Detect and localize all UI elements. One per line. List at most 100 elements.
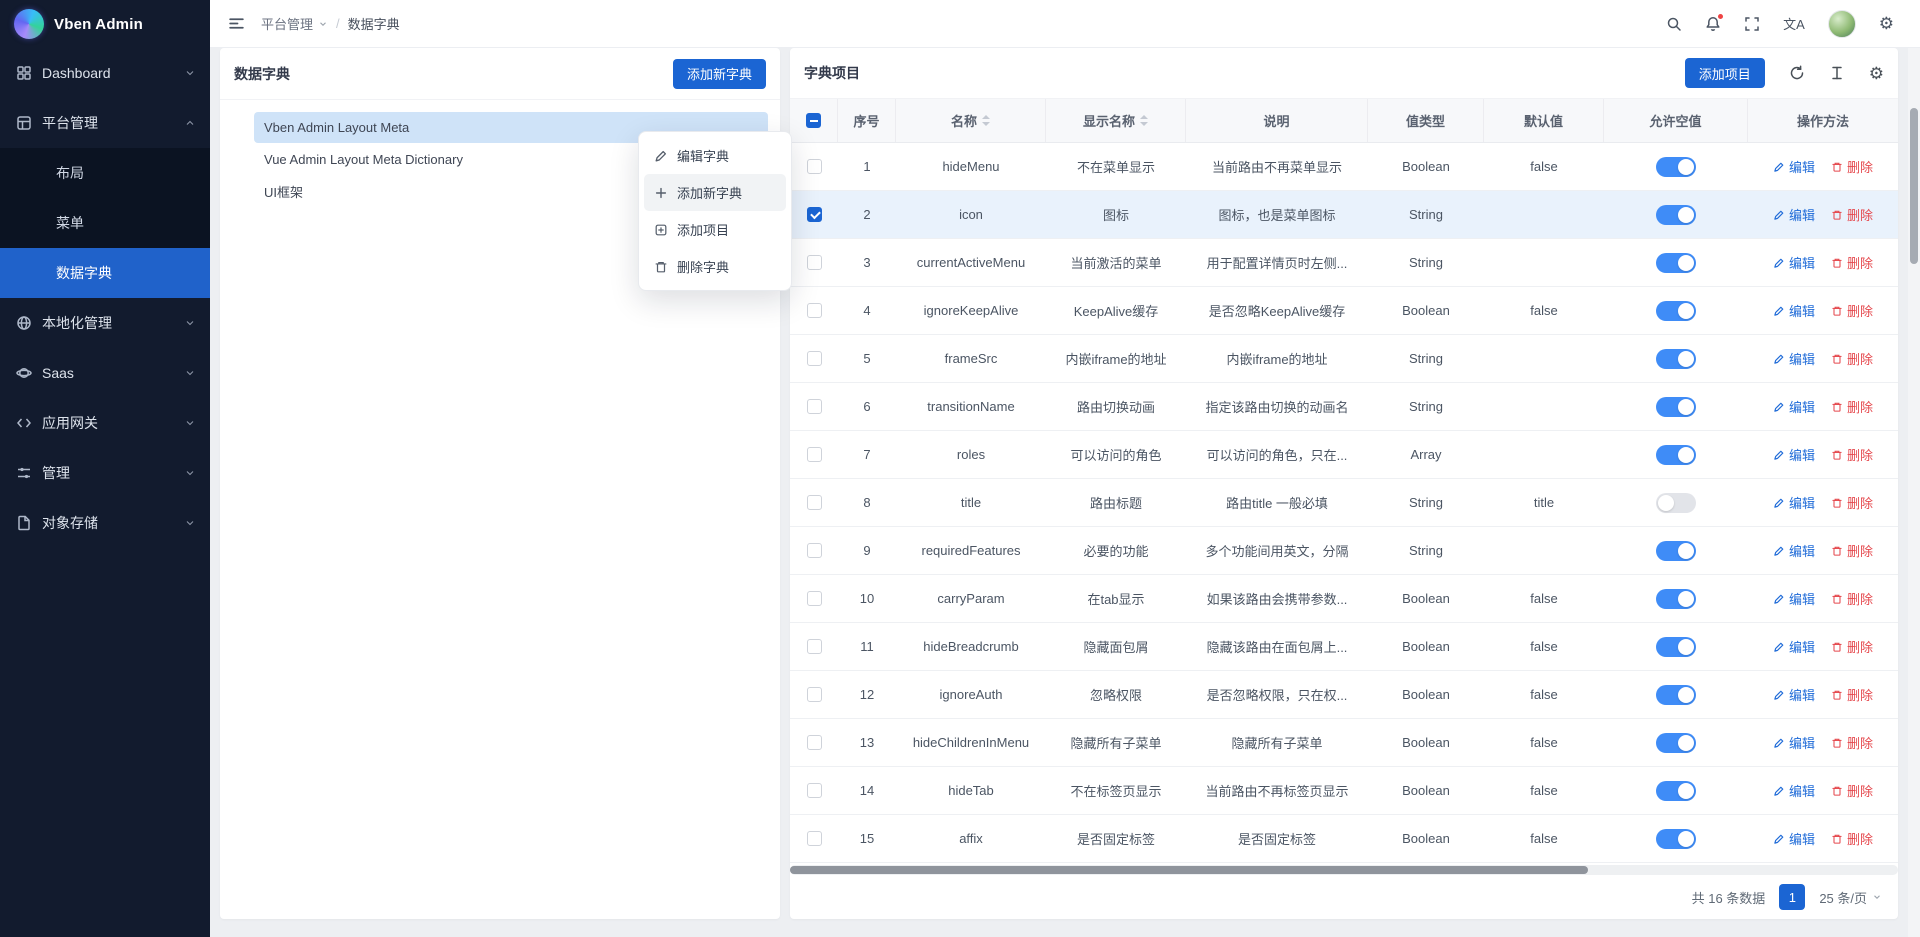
- row-checkbox[interactable]: [807, 351, 822, 366]
- row-checkbox[interactable]: [807, 639, 822, 654]
- allow-null-toggle[interactable]: [1656, 349, 1696, 369]
- allow-null-toggle[interactable]: [1656, 685, 1696, 705]
- delete-link[interactable]: 删除: [1831, 637, 1873, 656]
- delete-link[interactable]: 删除: [1831, 205, 1873, 224]
- delete-link[interactable]: 删除: [1831, 781, 1873, 800]
- allow-null-toggle[interactable]: [1656, 253, 1696, 273]
- app-logo[interactable]: Vben Admin: [0, 0, 210, 48]
- edit-link[interactable]: 编辑: [1773, 685, 1815, 704]
- row-checkbox[interactable]: [807, 783, 822, 798]
- edit-link[interactable]: 编辑: [1773, 157, 1815, 176]
- delete-link[interactable]: 删除: [1831, 157, 1873, 176]
- context-menu-add-dictionary[interactable]: 添加新字典: [644, 174, 786, 211]
- edit-link[interactable]: 编辑: [1773, 253, 1815, 272]
- row-checkbox[interactable]: [807, 447, 822, 462]
- sidebar-item-layout[interactable]: 布局: [0, 148, 210, 198]
- delete-link[interactable]: 删除: [1831, 445, 1873, 464]
- row-checkbox[interactable]: [807, 255, 822, 270]
- breadcrumb-parent[interactable]: 平台管理: [261, 14, 328, 33]
- allow-null-toggle[interactable]: [1656, 205, 1696, 225]
- context-menu-delete-dictionary[interactable]: 删除字典: [644, 248, 786, 285]
- sort-icon[interactable]: [1140, 115, 1148, 126]
- search-icon[interactable]: [1666, 16, 1682, 32]
- allow-null-toggle[interactable]: [1656, 445, 1696, 465]
- language-icon[interactable]: 文A: [1783, 14, 1805, 33]
- allow-null-toggle[interactable]: [1656, 733, 1696, 753]
- refresh-icon[interactable]: [1789, 65, 1805, 81]
- column-header-display-name[interactable]: 显示名称: [1046, 99, 1186, 142]
- row-checkbox[interactable]: [807, 159, 822, 174]
- edit-link[interactable]: 编辑: [1773, 445, 1815, 464]
- sidebar-item-data-dictionary[interactable]: 数据字典: [0, 248, 210, 298]
- row-height-icon[interactable]: [1829, 65, 1845, 81]
- row-checkbox[interactable]: [807, 735, 822, 750]
- sidebar-item-dashboard[interactable]: Dashboard: [0, 48, 210, 98]
- sidebar-item-menu[interactable]: 菜单: [0, 198, 210, 248]
- sidebar-item-localization[interactable]: 本地化管理: [0, 298, 210, 348]
- sidebar-item-saas[interactable]: Saas: [0, 348, 210, 398]
- column-header-name[interactable]: 名称: [896, 99, 1046, 142]
- settings-gear-icon[interactable]: [1879, 15, 1894, 32]
- fullscreen-icon[interactable]: [1744, 16, 1760, 32]
- allow-null-toggle[interactable]: [1656, 829, 1696, 849]
- edit-link[interactable]: 编辑: [1773, 349, 1815, 368]
- delete-link[interactable]: 删除: [1831, 349, 1873, 368]
- row-checkbox[interactable]: [807, 543, 822, 558]
- page-size-select[interactable]: 25 条/页: [1819, 888, 1882, 907]
- row-checkbox[interactable]: [807, 831, 822, 846]
- edit-link[interactable]: 编辑: [1773, 829, 1815, 848]
- delete-link[interactable]: 删除: [1831, 253, 1873, 272]
- delete-link[interactable]: 删除: [1831, 685, 1873, 704]
- sidebar-collapse-icon[interactable]: [228, 15, 245, 32]
- edit-link[interactable]: 编辑: [1773, 781, 1815, 800]
- page-scrollbar[interactable]: [1908, 48, 1920, 937]
- delete-link[interactable]: 删除: [1831, 493, 1873, 512]
- edit-link[interactable]: 编辑: [1773, 493, 1815, 512]
- allow-null-toggle[interactable]: [1656, 301, 1696, 321]
- edit-link[interactable]: 编辑: [1773, 589, 1815, 608]
- row-checkbox[interactable]: [807, 303, 822, 318]
- sidebar-item-platform[interactable]: 平台管理: [0, 98, 210, 148]
- allow-null-toggle[interactable]: [1656, 397, 1696, 417]
- edit-link[interactable]: 编辑: [1773, 733, 1815, 752]
- column-settings-icon[interactable]: [1869, 65, 1884, 82]
- allow-null-toggle[interactable]: [1656, 637, 1696, 657]
- delete-link[interactable]: 删除: [1831, 829, 1873, 848]
- horizontal-scrollbar[interactable]: [790, 865, 1898, 875]
- edit-link[interactable]: 编辑: [1773, 205, 1815, 224]
- row-checkbox[interactable]: [807, 687, 822, 702]
- sidebar-item-gateway[interactable]: 应用网关: [0, 398, 210, 448]
- delete-link[interactable]: 删除: [1831, 541, 1873, 560]
- row-checkbox[interactable]: [807, 399, 822, 414]
- allow-null-toggle[interactable]: [1656, 589, 1696, 609]
- row-checkbox[interactable]: [807, 495, 822, 510]
- row-checkbox[interactable]: [807, 591, 822, 606]
- horizontal-scrollbar-thumb[interactable]: [790, 866, 1588, 874]
- add-dictionary-button[interactable]: 添加新字典: [673, 59, 766, 89]
- delete-link[interactable]: 删除: [1831, 589, 1873, 608]
- page-scrollbar-thumb[interactable]: [1910, 108, 1918, 264]
- context-menu-edit-dictionary[interactable]: 编辑字典: [644, 137, 786, 174]
- edit-link[interactable]: 编辑: [1773, 541, 1815, 560]
- allow-null-toggle[interactable]: [1656, 541, 1696, 561]
- allow-null-toggle[interactable]: [1656, 493, 1696, 513]
- context-menu-add-item[interactable]: 添加项目: [644, 211, 786, 248]
- sidebar-item-object-storage[interactable]: 对象存储: [0, 498, 210, 548]
- allow-null-toggle[interactable]: [1656, 157, 1696, 177]
- page-1-button[interactable]: 1: [1779, 884, 1805, 910]
- delete-link[interactable]: 删除: [1831, 301, 1873, 320]
- delete-link[interactable]: 删除: [1831, 397, 1873, 416]
- user-avatar[interactable]: [1828, 10, 1856, 38]
- row-index: 5: [838, 335, 896, 382]
- sidebar-item-management[interactable]: 管理: [0, 448, 210, 498]
- select-all-checkbox[interactable]: [806, 113, 821, 128]
- sort-icon[interactable]: [982, 115, 990, 126]
- edit-link[interactable]: 编辑: [1773, 637, 1815, 656]
- delete-link[interactable]: 删除: [1831, 733, 1873, 752]
- edit-link[interactable]: 编辑: [1773, 397, 1815, 416]
- add-item-button[interactable]: 添加项目: [1685, 58, 1765, 88]
- row-checkbox[interactable]: [807, 207, 822, 222]
- notifications-bell-icon[interactable]: [1705, 16, 1721, 32]
- allow-null-toggle[interactable]: [1656, 781, 1696, 801]
- edit-link[interactable]: 编辑: [1773, 301, 1815, 320]
